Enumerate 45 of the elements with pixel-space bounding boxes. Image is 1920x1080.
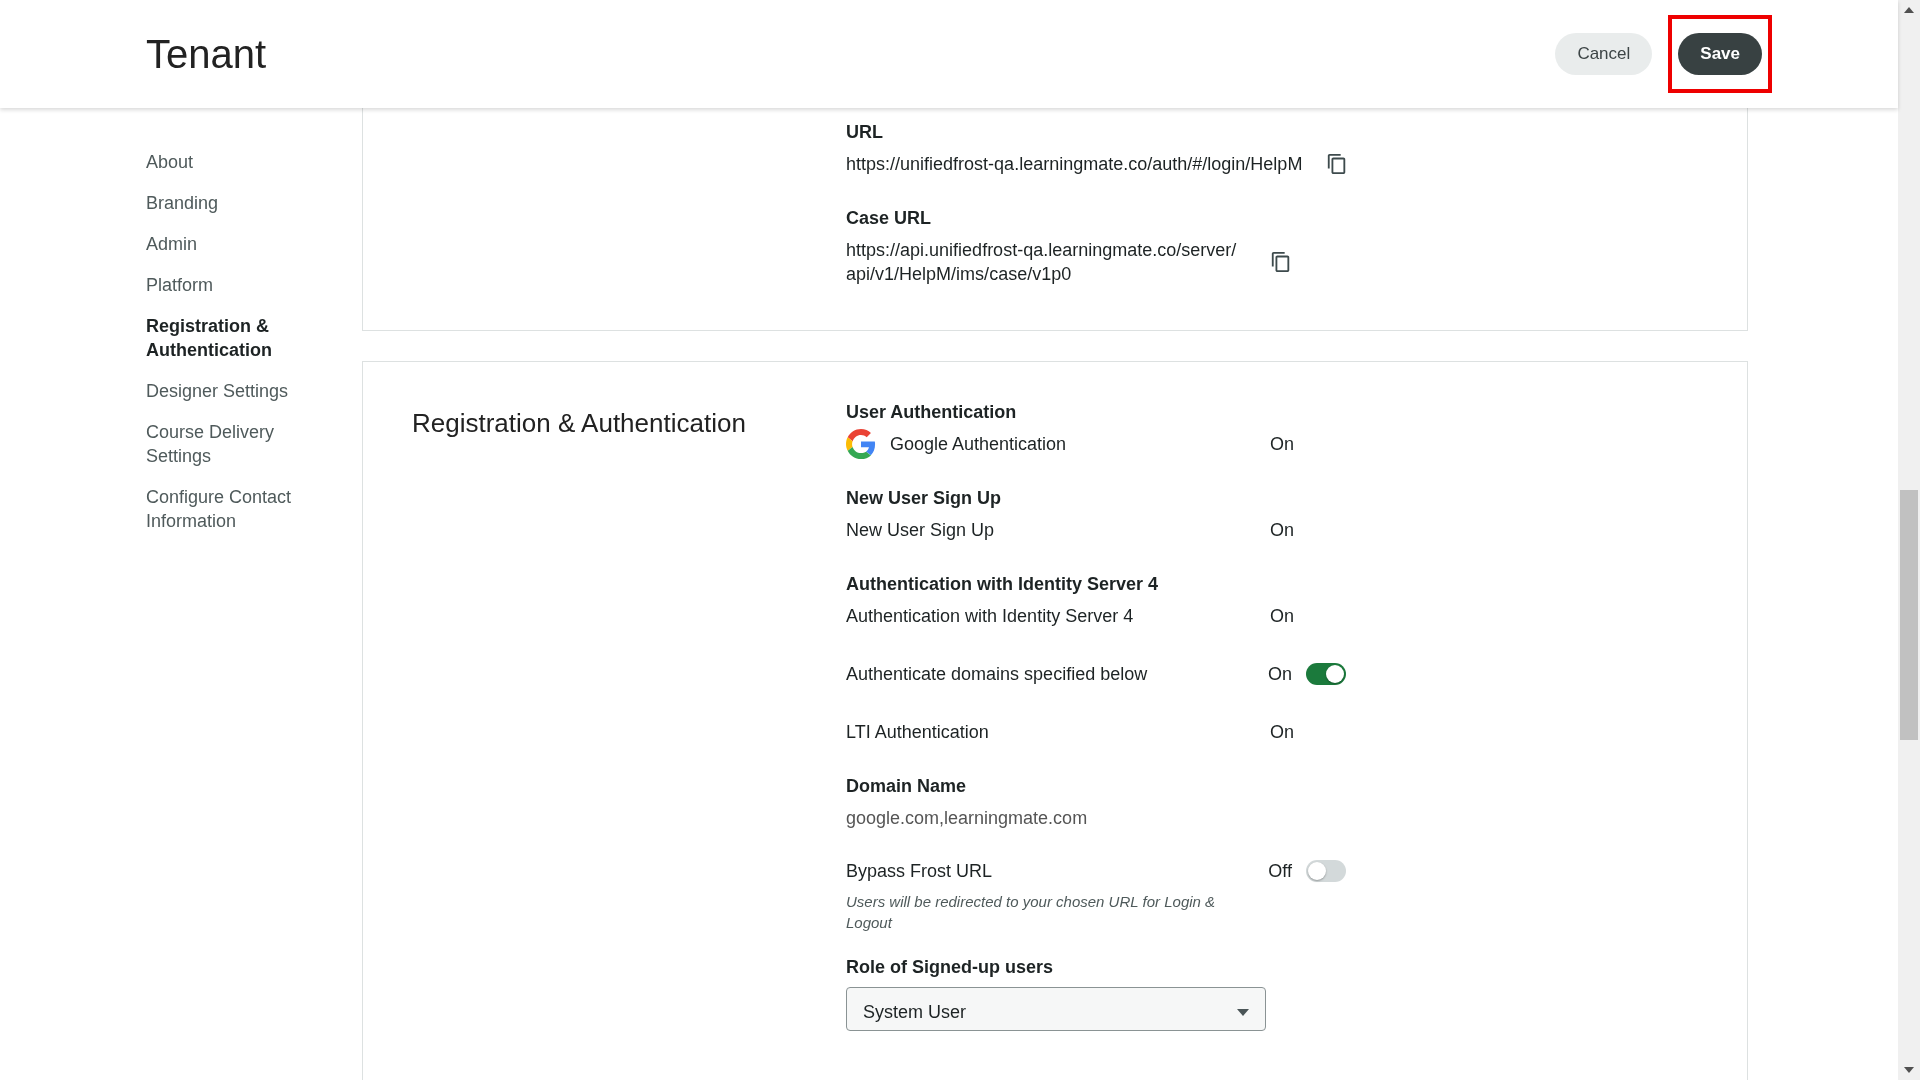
status-text: On [1268,663,1292,685]
copy-icon[interactable] [1270,251,1292,273]
status-text: On [1270,721,1294,743]
field-label: Case URL [846,207,933,230]
setting-label: LTI Authentication [846,721,990,743]
caret-icon [1237,1008,1249,1016]
sidebar-item[interactable]: Branding [146,191,316,215]
sidebar-item[interactable]: Admin [146,232,316,256]
setting-label: Google Authentication [890,433,1068,455]
help-text: Users will be redirected to your chosen URL for Login & Logout [846,892,1217,933]
field-label: User Authentication [846,401,1018,424]
status-text: Off [1268,860,1292,882]
scrollbar[interactable] [1898,0,1920,1080]
setting-label: Authentication with Identity Server 4 [846,605,1135,627]
cancel-button[interactable]: Cancel [1555,33,1653,75]
setting-label: New User Sign Up [846,519,996,541]
status-text: On [1270,605,1294,627]
scrollbar-thumb[interactable] [1900,490,1918,740]
google-g-icon [846,429,876,459]
scroll-down-icon[interactable] [1904,1067,1914,1073]
role-dropdown[interactable]: System User [846,987,1266,1031]
url-text: https://unifiedfrost-qa.learningmate.co/auth/#/login/HelpM [846,153,1303,176]
field-label: Domain Name [846,775,968,798]
setting-label: Authenticate domains specified below [846,663,1149,685]
field-label: Role of Signed-up users [846,956,1055,979]
setting-label: Bypass Frost URL [846,860,994,882]
status-text: On [1270,433,1294,455]
field-label: New User Sign Up [846,487,1003,510]
field-label: URL [846,121,884,144]
scroll-up-icon[interactable] [1904,7,1914,13]
field-label: Authentication with Identity Server 4 [846,573,1160,596]
url-text: https://api.unifiedfrost-qa.learningmate.co/server/api/v1/HelpM/ims/case/v1p0 [846,239,1238,286]
sidebar-item[interactable]: Configure Contact Information [146,485,316,533]
sidebar-item[interactable]: Designer Settings [146,379,316,403]
status-text: On [1270,519,1294,541]
sidebar-item[interactable]: Course Delivery Settings [146,420,316,468]
page-title: Tenant [146,31,267,77]
domain-text: google.com,learningmate.com [846,808,1089,829]
sidebar-item[interactable]: Registration & Authentication [146,314,316,362]
save-button[interactable]: Save [1678,33,1762,75]
toggle-switch[interactable] [1306,860,1346,882]
section-title: Registration & Authentication [412,407,747,439]
toggle-switch[interactable] [1306,663,1346,685]
sidebar-item[interactable]: About [146,150,316,174]
sidebar-item[interactable]: Platform [146,273,316,297]
